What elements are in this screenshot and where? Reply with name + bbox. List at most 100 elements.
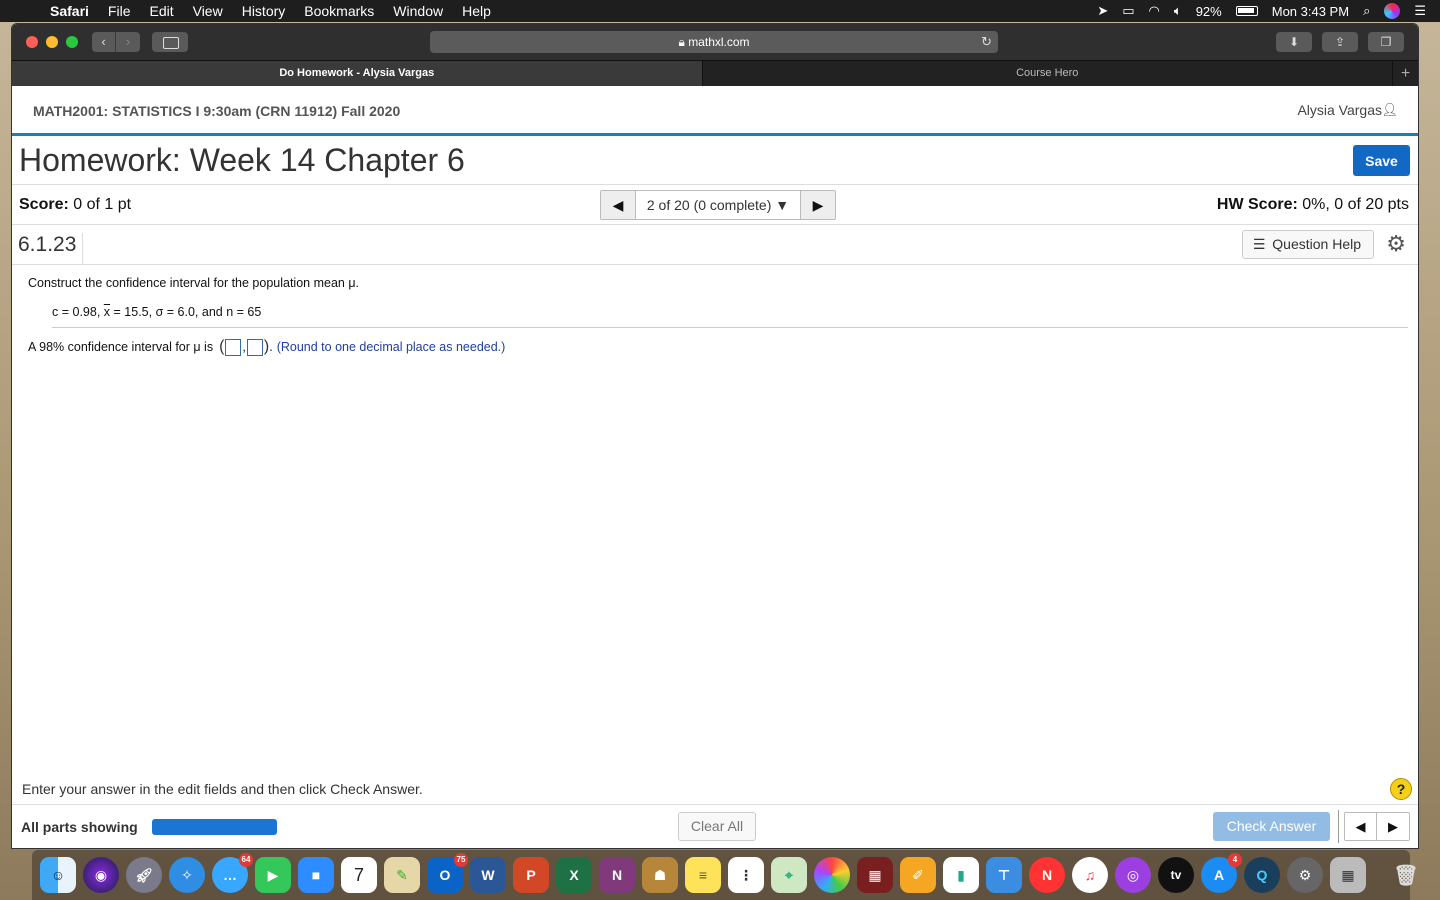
music-icon[interactable]: ♫ xyxy=(1072,857,1108,893)
maps-icon[interactable]: ⌖ xyxy=(771,857,807,893)
launchpad-icon[interactable]: 🚀︎ xyxy=(126,857,162,893)
contacts-icon[interactable]: ☗ xyxy=(642,857,678,893)
pages-icon[interactable]: ✐ xyxy=(900,857,936,893)
question-help-button[interactable]: ☰ Question Help xyxy=(1241,230,1374,259)
title-bar: ‹ › 🔒︎ mathxl.com ↻ ⬇ ⇪ ❐ xyxy=(12,24,1418,60)
question-body: Construct the confidence interval for th… xyxy=(28,276,1408,356)
photos-icon[interactable] xyxy=(814,857,850,893)
facetime-icon[interactable]: ▶ xyxy=(255,857,291,893)
menu-file[interactable]: File xyxy=(108,3,131,19)
fullscreen-window-button[interactable] xyxy=(66,36,78,48)
reload-icon[interactable]: ↻ xyxy=(981,31,992,53)
user-name[interactable]: Alysia Vargas xyxy=(1297,102,1382,118)
hw-score-label: HW Score: xyxy=(1216,196,1298,213)
wifi-icon[interactable]: ◠ xyxy=(1149,3,1160,19)
numbers-icon[interactable]: ▮ xyxy=(943,857,979,893)
score-row: Score: 0 of 1 pt ◀ 2 of 20 (0 complete) … xyxy=(12,185,1418,225)
app-store-badge: 4 xyxy=(1228,853,1242,867)
airplay-icon[interactable]: ▭ xyxy=(1122,3,1134,19)
menu-history[interactable]: History xyxy=(242,3,286,19)
notes-icon[interactable]: ≡ xyxy=(685,857,721,893)
battery-icon[interactable] xyxy=(1235,6,1258,16)
menu-help[interactable]: Help xyxy=(462,3,491,19)
safari-app-icon[interactable]: ✧ xyxy=(169,857,205,893)
excel-icon[interactable]: X xyxy=(556,857,592,893)
menu-app-name[interactable]: Safari xyxy=(50,3,89,19)
new-tab-icon[interactable]: + xyxy=(1392,61,1418,86)
comma: , xyxy=(242,340,246,354)
calculator-icon[interactable]: ▦ xyxy=(1330,857,1366,893)
app-store-icon[interactable]: A4 xyxy=(1201,853,1242,893)
system-preferences-icon[interactable]: ⚙ xyxy=(1287,857,1323,893)
close-window-button[interactable] xyxy=(26,36,38,48)
tabs-overview-icon[interactable]: ❐ xyxy=(1368,32,1404,52)
preview-app-icon[interactable]: ✎ xyxy=(384,857,420,893)
bottom-question-nav: ◀ ▶ xyxy=(1344,812,1410,841)
spotlight-search-icon[interactable]: ⌕ xyxy=(1363,3,1370,19)
bottom-previous-icon[interactable]: ◀ xyxy=(1345,813,1377,840)
powerpoint-icon[interactable]: P xyxy=(513,857,549,893)
forward-icon[interactable]: › xyxy=(116,32,140,52)
previous-question-icon[interactable]: ◀ xyxy=(601,191,635,219)
clock[interactable]: Mon 3:43 PM xyxy=(1272,4,1349,19)
caret-down-icon: ▼ xyxy=(775,197,790,213)
gear-icon[interactable]: ⚙ xyxy=(1386,231,1406,257)
address-bar[interactable]: 🔒︎ mathxl.com ↻ xyxy=(430,31,998,53)
quicktime-icon[interactable]: Q xyxy=(1244,857,1280,893)
news-icon[interactable]: N xyxy=(1029,857,1065,893)
menu-bookmarks[interactable]: Bookmarks xyxy=(304,3,374,19)
question-prompt: Construct the confidence interval for th… xyxy=(28,276,360,290)
course-header: MATH2001: STATISTICS I 9:30am (CRN 11912… xyxy=(12,86,1418,136)
messages-badge: 64 xyxy=(239,853,253,867)
question-navigator: ◀ 2 of 20 (0 complete) ▼ ▶ xyxy=(600,190,836,220)
word-icon[interactable]: W xyxy=(470,857,506,893)
zoom-icon[interactable]: ■ xyxy=(298,857,334,893)
back-icon[interactable]: ‹ xyxy=(92,32,116,52)
notification-center-icon[interactable]: ☰ xyxy=(1414,3,1426,19)
minimize-window-button[interactable] xyxy=(46,36,58,48)
tab-do-homework[interactable]: Do Homework - Alysia Vargas xyxy=(12,61,703,86)
dock: ☺ ◉ 🚀︎ ✧ … 64 ▶ ■ 7 ✎ O 75 W P X N ☗ ≡ ⋮ ⌖… xyxy=(32,850,1419,900)
answer-line: A 98% confidence interval for μ is ( , )… xyxy=(28,338,1408,356)
parts-progress-bar xyxy=(152,819,277,835)
calendar-icon[interactable]: 7 xyxy=(341,857,377,893)
photo-booth-icon[interactable]: ▦ xyxy=(857,857,893,893)
messages-app-icon[interactable]: … 64 xyxy=(212,853,253,893)
siri-app-icon[interactable]: ◉ xyxy=(83,857,119,893)
downloads-icon[interactable]: ⬇ xyxy=(1276,32,1312,52)
reminders-icon[interactable]: ⋮ xyxy=(728,857,764,893)
course-title: MATH2001: STATISTICS I 9:30am (CRN 11912… xyxy=(33,103,401,119)
question-selector[interactable]: 2 of 20 (0 complete) ▼ xyxy=(635,191,801,219)
outlook-icon[interactable]: O 75 xyxy=(427,853,468,893)
save-button[interactable]: Save xyxy=(1353,145,1410,176)
bottom-next-icon[interactable]: ▶ xyxy=(1377,813,1409,840)
user-icon[interactable]: 👤︎ xyxy=(1381,102,1398,118)
apple-tv-icon[interactable]: tv xyxy=(1158,857,1194,893)
help-question-icon[interactable]: ? xyxy=(1390,778,1412,800)
trash-icon[interactable]: 🗑︎ xyxy=(1388,857,1424,893)
bottom-action-bar: All parts showing Clear All Check Answer… xyxy=(12,804,1418,848)
lower-bound-input[interactable] xyxy=(225,338,242,356)
apple-tv-label: tv xyxy=(1170,868,1182,882)
upper-bound-input[interactable] xyxy=(246,338,263,356)
menu-view[interactable]: View xyxy=(193,3,223,19)
tab-bar: Do Homework - Alysia Vargas Course Hero … xyxy=(12,60,1418,86)
volume-icon[interactable]: 🔈︎ xyxy=(1174,3,1182,19)
check-answer-button[interactable]: Check Answer xyxy=(1213,812,1330,841)
clear-all-button[interactable]: Clear All xyxy=(678,812,756,841)
tab-course-hero[interactable]: Course Hero xyxy=(703,61,1393,86)
keynote-icon[interactable]: ⊤ xyxy=(986,857,1022,893)
next-question-icon[interactable]: ▶ xyxy=(801,191,835,219)
finder-icon[interactable]: ☺ xyxy=(40,857,76,893)
siri-icon[interactable] xyxy=(1384,3,1401,19)
score-label: Score: xyxy=(19,196,69,213)
list-icon: ☰ xyxy=(1252,236,1266,252)
location-arrow-icon[interactable]: ➤ xyxy=(1097,3,1108,19)
battery-percent[interactable]: 92% xyxy=(1196,4,1222,19)
onenote-icon[interactable]: N xyxy=(599,857,635,893)
podcasts-icon[interactable]: ◎ xyxy=(1115,857,1151,893)
sidebar-toggle-icon[interactable] xyxy=(152,32,188,52)
menu-edit[interactable]: Edit xyxy=(149,3,173,19)
menu-window[interactable]: Window xyxy=(393,3,443,19)
share-icon[interactable]: ⇪ xyxy=(1322,32,1358,52)
